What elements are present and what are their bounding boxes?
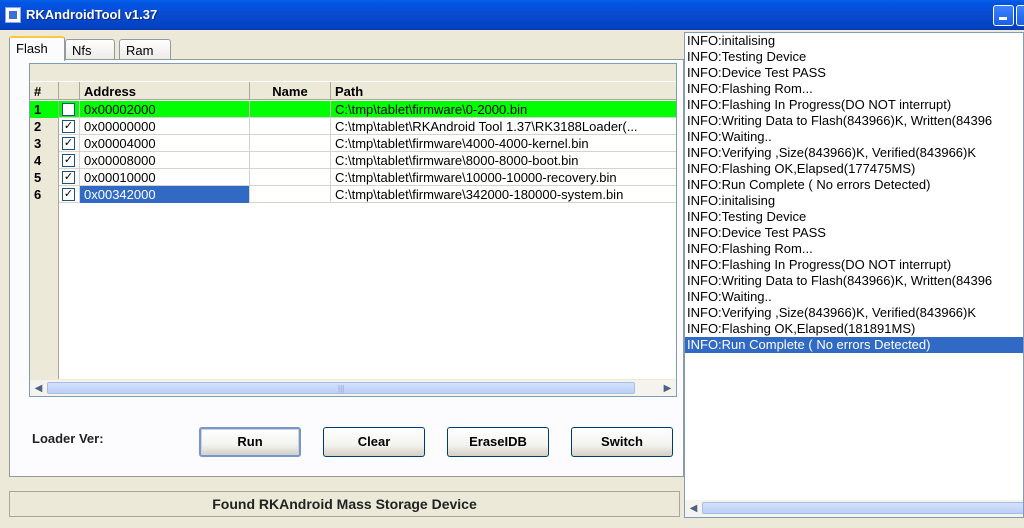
log-line[interactable]: INFO:Flashing OK,Elapsed(177475MS) bbox=[685, 161, 1023, 177]
row-number: 5 bbox=[30, 169, 59, 186]
row-path[interactable]: C:\tmp\tablet\firmware\4000-4000-kernel.… bbox=[331, 135, 676, 152]
row-address[interactable]: 0x00000000 bbox=[80, 118, 250, 135]
log-line[interactable]: INFO:Verifying ,Size(843966)K, Verified(… bbox=[685, 305, 1023, 321]
row-address[interactable]: 0x00004000 bbox=[80, 135, 250, 152]
log-line[interactable]: INFO:Waiting.. bbox=[685, 129, 1023, 145]
table-horizontal-scrollbar[interactable]: ◀ ||| ▶ bbox=[30, 379, 676, 396]
row-checkbox-checked[interactable]: ✓ bbox=[62, 154, 75, 167]
table-row[interactable]: 1 0x00002000 C:\tmp\tablet\firmware\0-20… bbox=[30, 101, 676, 118]
row-number: 2 bbox=[30, 118, 59, 135]
header-path[interactable]: Path bbox=[331, 82, 676, 100]
row-checkbox-cell: ✓ bbox=[59, 186, 80, 203]
status-bar: Found RKAndroid Mass Storage Device bbox=[9, 491, 680, 517]
log-line[interactable]: INFO:Flashing Rom... bbox=[685, 81, 1023, 97]
table-top-band bbox=[30, 64, 676, 82]
minimize-button[interactable] bbox=[993, 5, 1014, 26]
log-scroll-thumb[interactable] bbox=[702, 502, 1023, 514]
row-checkbox[interactable] bbox=[62, 103, 75, 116]
maximize-button[interactable] bbox=[1016, 5, 1024, 26]
log-line[interactable]: INFO:Testing Device bbox=[685, 209, 1023, 225]
log-panel[interactable]: INFO:initalising INFO:Testing Device INFO:… bbox=[684, 32, 1024, 518]
header-address[interactable]: Address bbox=[80, 82, 250, 100]
tab-ram[interactable]: Ram bbox=[119, 39, 171, 60]
row-checkbox-cell: ✓ bbox=[59, 152, 80, 169]
log-line[interactable]: INFO:Waiting.. bbox=[685, 289, 1023, 305]
row-address-selected[interactable]: 0x00342000 bbox=[80, 186, 250, 203]
row-name[interactable] bbox=[250, 118, 331, 135]
table-row[interactable]: 2 ✓ 0x00000000 C:\tmp\tablet\RKAndroid T… bbox=[30, 118, 676, 135]
row-checkbox-checked[interactable]: ✓ bbox=[62, 171, 75, 184]
row-name[interactable] bbox=[250, 101, 331, 118]
table-row[interactable]: 6 ✓ 0x00342000 C:\tmp\tablet\firmware\34… bbox=[30, 186, 676, 203]
row-address[interactable]: 0x00010000 bbox=[80, 169, 250, 186]
log-line[interactable]: INFO:Run Complete ( No errors Detected) bbox=[685, 177, 1023, 193]
row-name[interactable] bbox=[250, 152, 331, 169]
row-name[interactable] bbox=[250, 186, 331, 203]
grip-icon: ||| bbox=[338, 384, 345, 393]
row-name[interactable] bbox=[250, 169, 331, 186]
row-name[interactable] bbox=[250, 135, 331, 152]
switch-button[interactable]: Switch bbox=[571, 427, 673, 457]
row-checkbox-checked[interactable]: ✓ bbox=[62, 188, 75, 201]
partition-table[interactable]: # Address Name Path 1 0x00002000 C:\tmp\… bbox=[29, 63, 677, 397]
row-path[interactable]: C:\tmp\tablet\firmware\0-2000.bin bbox=[331, 101, 676, 118]
log-line[interactable]: INFO:Writing Data to Flash(843966)K, Wri… bbox=[685, 113, 1023, 129]
app-icon[interactable] bbox=[5, 7, 21, 23]
run-button[interactable]: Run bbox=[199, 427, 301, 457]
arrow-left-icon[interactable]: ◀ bbox=[686, 501, 701, 516]
log-line[interactable]: INFO:Verifying ,Size(843966)K, Verified(… bbox=[685, 145, 1023, 161]
row-address[interactable]: 0x00002000 bbox=[80, 101, 250, 118]
row-path[interactable]: C:\tmp\tablet\firmware\10000-10000-recov… bbox=[331, 169, 676, 186]
row-checkbox-cell: ✓ bbox=[59, 169, 80, 186]
log-line[interactable]: INFO:Flashing In Progress(DO NOT interru… bbox=[685, 97, 1023, 113]
log-line[interactable]: INFO:initalising bbox=[685, 193, 1023, 209]
table-row[interactable]: 3 ✓ 0x00004000 C:\tmp\tablet\firmware\40… bbox=[30, 135, 676, 152]
log-horizontal-scrollbar[interactable]: ◀ bbox=[685, 500, 1023, 517]
table-row[interactable]: 4 ✓ 0x00008000 C:\tmp\tablet\firmware\80… bbox=[30, 152, 676, 169]
log-line[interactable]: INFO:Flashing Rom... bbox=[685, 241, 1023, 257]
clear-button[interactable]: Clear bbox=[323, 427, 425, 457]
row-number: 6 bbox=[30, 186, 59, 203]
title-bar: RKAndroidTool v1.37 bbox=[0, 0, 1024, 30]
row-number: 4 bbox=[30, 152, 59, 169]
log-line[interactable]: INFO:Flashing In Progress(DO NOT interru… bbox=[685, 257, 1023, 273]
log-line[interactable]: INFO:Writing Data to Flash(843966)K, Wri… bbox=[685, 273, 1023, 289]
erase-idb-button[interactable]: EraseIDB bbox=[447, 427, 549, 457]
log-line[interactable]: INFO:Device Test PASS bbox=[685, 65, 1023, 81]
log-line[interactable]: INFO:Testing Device bbox=[685, 49, 1023, 65]
row-checkbox-cell: ✓ bbox=[59, 118, 80, 135]
arrow-left-icon[interactable]: ◀ bbox=[31, 381, 46, 396]
row-number: 3 bbox=[30, 135, 59, 152]
log-lines: INFO:initalising INFO:Testing Device INFO:… bbox=[685, 33, 1023, 353]
row-checkbox-checked[interactable]: ✓ bbox=[62, 137, 75, 150]
header-name[interactable]: Name bbox=[250, 82, 331, 100]
row-number: 1 bbox=[30, 101, 59, 118]
tab-flash[interactable]: Flash bbox=[9, 36, 65, 61]
header-num[interactable]: # bbox=[30, 82, 59, 100]
row-checkbox-cell: ✓ bbox=[59, 135, 80, 152]
row-path[interactable]: C:\tmp\tablet\RKAndroid Tool 1.37\RK3188… bbox=[331, 118, 676, 135]
loader-ver-label: Loader Ver: bbox=[32, 431, 104, 446]
table-header: # Address Name Path bbox=[30, 82, 676, 100]
row-path[interactable]: C:\tmp\tablet\firmware\8000-8000-boot.bi… bbox=[331, 152, 676, 169]
row-checkbox-cell bbox=[59, 101, 80, 118]
log-line-selected[interactable]: INFO:Run Complete ( No errors Detected) bbox=[685, 337, 1023, 353]
row-checkbox-checked[interactable]: ✓ bbox=[62, 120, 75, 133]
header-check[interactable] bbox=[59, 82, 80, 100]
tab-nfs[interactable]: Nfs bbox=[65, 39, 115, 60]
table-scroll-thumb[interactable]: ||| bbox=[47, 382, 635, 394]
log-line[interactable]: INFO:Device Test PASS bbox=[685, 225, 1023, 241]
row-path[interactable]: C:\tmp\tablet\firmware\342000-180000-sys… bbox=[331, 186, 676, 203]
arrow-right-icon[interactable]: ▶ bbox=[660, 381, 675, 396]
log-line[interactable]: INFO:Flashing OK,Elapsed(181891MS) bbox=[685, 321, 1023, 337]
window-title: RKAndroidTool v1.37 bbox=[26, 7, 158, 22]
row-address[interactable]: 0x00008000 bbox=[80, 152, 250, 169]
log-line[interactable]: INFO:initalising bbox=[685, 33, 1023, 49]
table-row[interactable]: 5 ✓ 0x00010000 C:\tmp\tablet\firmware\10… bbox=[30, 169, 676, 186]
